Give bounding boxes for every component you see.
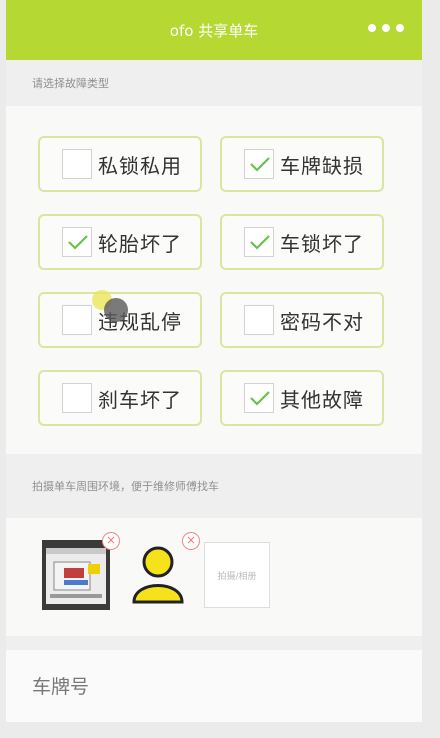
option-2[interactable]: 轮胎坏了 [38,214,202,270]
plate-number-input[interactable] [30,670,394,704]
delete-photo-2-icon[interactable]: × [182,532,200,550]
delete-photo-1-icon[interactable]: × [102,532,120,550]
checkbox[interactable] [62,227,92,257]
checkbox[interactable] [244,305,274,335]
avatar-thumbnail-icon[interactable] [130,544,186,604]
option-0[interactable]: 私锁私用 [38,136,202,192]
check-icon [250,235,270,250]
option-3[interactable]: 车锁坏了 [220,214,384,270]
option-1[interactable]: 车牌缺损 [220,136,384,192]
checkbox[interactable] [244,227,274,257]
checkbox[interactable] [244,383,274,413]
more-dots-icon[interactable] [368,24,404,32]
page-title: ofo 共享单车 [169,21,259,40]
option-label: 其他故障 [280,387,364,412]
screenshot-thumbnail-icon[interactable] [42,540,110,610]
title-bar: ofo 共享单车 [6,0,422,60]
option-label: 密码不对 [280,309,364,334]
touch-indicator-pointer [104,298,128,322]
checkbox[interactable] [62,305,92,335]
checkbox[interactable] [62,383,92,413]
checkbox[interactable] [244,149,274,179]
check-icon [250,391,270,406]
option-label: 私锁私用 [98,153,182,178]
option-label: 轮胎坏了 [98,231,182,256]
option-7[interactable]: 其他故障 [220,370,384,426]
fault-options-grid: 私锁私用 车牌缺损 轮胎坏了 车锁坏了 违规乱停 密码不对 刹车坏了 其他故障 [6,106,422,454]
photo-area: × × 拍摄/相册 [6,518,422,636]
option-label: 车锁坏了 [280,231,364,256]
phone-screen: ofo 共享单车 请选择故障类型 私锁私用 车牌缺损 轮胎坏了 车锁坏了 违规乱… [6,0,422,722]
checkbox[interactable] [62,149,92,179]
option-label: 车牌缺损 [280,153,364,178]
option-5[interactable]: 密码不对 [220,292,384,348]
option-label: 刹车坏了 [98,387,182,412]
fault-type-label: 请选择故障类型 [6,60,422,106]
add-photo-button[interactable]: 拍摄/相册 [204,542,270,608]
check-icon [68,235,88,250]
option-6[interactable]: 刹车坏了 [38,370,202,426]
photo-hint-label: 拍摄单车周围环境，便于维修师傅找车 [6,454,422,518]
check-icon [250,157,270,172]
plate-row [6,650,422,722]
divider [6,636,422,650]
